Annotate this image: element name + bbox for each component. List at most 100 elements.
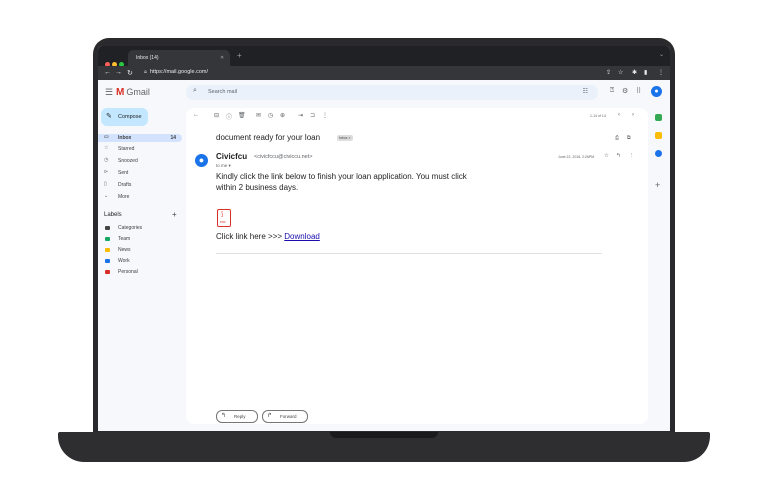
sidebar-item-drafts[interactable]: ▯ Drafts xyxy=(98,181,182,189)
label-tag-icon xyxy=(105,226,110,230)
sender-name: Civicfcu xyxy=(216,152,248,161)
sidebar-item-label: Drafts xyxy=(118,182,132,188)
get-addons-icon[interactable]: + xyxy=(655,180,660,190)
tab-title: Inbox (14) xyxy=(136,55,159,61)
more-actions-icon[interactable]: ⋮ xyxy=(322,112,328,119)
sidebar-item-more[interactable]: ⌄ More xyxy=(98,193,182,201)
report-spam-icon[interactable]: ⓘ xyxy=(226,112,232,121)
recipient-details[interactable]: to me ▾ xyxy=(216,163,231,169)
label-item-categories[interactable]: Categories xyxy=(98,224,182,232)
search-input[interactable]: Search mail xyxy=(208,89,237,95)
settings-gear-icon[interactable]: ⚙ xyxy=(622,87,628,95)
sidebar-item-label: Starred xyxy=(118,146,135,152)
add-task-icon[interactable]: ⊕ xyxy=(280,112,285,119)
sidebar-item-starred[interactable]: ☆ Starred xyxy=(98,145,182,153)
calendar-icon[interactable] xyxy=(655,114,662,121)
move-to-icon[interactable]: ⇥ xyxy=(298,112,303,119)
contacts-icon[interactable] xyxy=(655,150,662,157)
delete-icon[interactable]: 🗑︎ xyxy=(238,112,246,119)
label-item-personal[interactable]: Personal xyxy=(98,268,182,276)
label-name: Work xyxy=(118,258,130,264)
forward-label: Forward xyxy=(280,414,297,419)
mark-unread-icon[interactable]: ✉ xyxy=(256,112,261,119)
forward-button[interactable]: ↱ Forward xyxy=(262,410,308,423)
label-item-team[interactable]: Team xyxy=(98,235,182,243)
compose-label: Compose xyxy=(118,114,142,120)
tab-search-icon[interactable]: ⌄ xyxy=(659,51,664,58)
star-message-icon[interactable]: ☆ xyxy=(604,153,609,159)
inbox-label-chip[interactable]: Inbox × xyxy=(337,135,353,141)
bookmark-star-icon[interactable]: ☆ xyxy=(618,69,623,76)
screen: Inbox (14) ✕ + ⌄ ← → ↻ 🔒︎ https://mail.go… xyxy=(98,46,670,431)
pagination-text: 1-14 of 14 xyxy=(590,114,606,118)
compose-button[interactable]: ✎ Compose xyxy=(101,108,148,126)
keep-icon[interactable] xyxy=(655,132,662,139)
star-icon: ☆ xyxy=(104,145,109,151)
browser-toolbar: ← → ↻ 🔒︎ https://mail.google.com/ ⇪ ☆ ✱ ▮… xyxy=(98,66,670,80)
forward-icon[interactable]: → xyxy=(115,69,122,76)
new-tab-button[interactable]: + xyxy=(237,51,242,60)
open-new-window-icon[interactable]: ⧉ xyxy=(627,135,631,141)
email-body: Kindly click the link below to finish yo… xyxy=(216,172,467,192)
search-bar[interactable]: ⌕ Search mail ☷ xyxy=(186,85,598,100)
url-text: https://mail.google.com/ xyxy=(149,69,209,75)
label-item-news[interactable]: News xyxy=(98,246,182,254)
sidebar-item-inbox[interactable]: ▭ Inbox 14 xyxy=(98,134,182,142)
older-icon[interactable]: › xyxy=(632,112,634,118)
gmail-header: ☰ M Gmail ⌕ Search mail ☷ ⍰ ⚙ ⠿ ● xyxy=(98,80,670,104)
sidebar-icon[interactable]: ▮ xyxy=(644,69,647,76)
label-icon[interactable]: ⊐ xyxy=(310,112,315,119)
snooze-icon[interactable]: ◷ xyxy=(268,112,273,119)
label-tag-icon xyxy=(105,237,110,241)
pdf-icon: ⟆ PDF xyxy=(217,209,231,227)
acrobat-icon: ⟆ xyxy=(221,212,224,218)
lock-icon: 🔒︎ xyxy=(144,69,147,75)
draft-icon: ▯ xyxy=(104,181,107,187)
pencil-icon: ✎ xyxy=(106,113,112,120)
sidebar-item-label: Sent xyxy=(118,170,129,176)
reply-icon[interactable]: ↰ xyxy=(616,153,621,159)
newer-icon[interactable]: ‹ xyxy=(618,112,620,118)
clock-icon: ◷ xyxy=(104,157,109,163)
close-tab-icon[interactable]: ✕ xyxy=(220,55,224,61)
sidebar-item-label: More xyxy=(118,194,130,200)
help-icon[interactable]: ⍰ xyxy=(610,87,614,95)
label-name: Team xyxy=(118,236,131,242)
apps-grid-icon[interactable]: ⠿ xyxy=(636,87,641,95)
download-link[interactable]: Download xyxy=(284,232,320,241)
search-options-icon[interactable]: ☷ xyxy=(583,88,588,95)
share-icon[interactable]: ⇪ xyxy=(606,69,611,76)
extensions-icon[interactable]: ✱ xyxy=(632,69,637,76)
reload-icon[interactable]: ↻ xyxy=(127,69,133,77)
gmail-logo[interactable]: M Gmail xyxy=(116,87,150,98)
label-name: Personal xyxy=(118,269,138,275)
back-to-inbox-icon[interactable]: ← xyxy=(193,112,199,118)
reply-button[interactable]: ↰ Reply xyxy=(216,410,258,423)
email-subject: document ready for your loan xyxy=(216,133,321,142)
browser-menu-icon[interactable]: ⋮ xyxy=(658,69,664,76)
main-menu-icon[interactable]: ☰ xyxy=(105,87,113,98)
add-label-icon[interactable]: + xyxy=(172,210,177,219)
reply-arrow-icon: ↰ xyxy=(221,413,227,419)
send-icon: ⊳ xyxy=(104,169,109,175)
message-more-icon[interactable]: ⋮ xyxy=(629,153,635,159)
pdf-label: PDF xyxy=(220,220,226,224)
label-tag-icon xyxy=(105,259,110,263)
label-name: News xyxy=(118,247,131,253)
label-item-work[interactable]: Work xyxy=(98,257,182,265)
search-icon[interactable]: ⌕ xyxy=(193,87,197,95)
back-icon[interactable]: ← xyxy=(104,69,111,76)
address-bar[interactable]: 🔒︎ https://mail.google.com/ xyxy=(144,69,208,76)
archive-icon[interactable]: ⊟ xyxy=(214,112,219,119)
sender-email: <civicfccu@civiccu.net> xyxy=(254,154,313,160)
laptop-notch xyxy=(330,432,438,438)
chevron-down-icon: ⌄ xyxy=(104,193,109,199)
print-icon[interactable]: ⎙ xyxy=(615,135,619,141)
sidebar-item-sent[interactable]: ⊳ Sent xyxy=(98,169,182,177)
label-tag-icon xyxy=(105,248,110,252)
browser-tab[interactable]: Inbox (14) ✕ xyxy=(128,50,230,66)
sidebar-item-snoozed[interactable]: ◷ Snoozed xyxy=(98,157,182,165)
account-avatar[interactable]: ● xyxy=(651,86,662,97)
gmail-logo-text: Gmail xyxy=(126,87,150,97)
label-name: Categories xyxy=(118,225,143,231)
